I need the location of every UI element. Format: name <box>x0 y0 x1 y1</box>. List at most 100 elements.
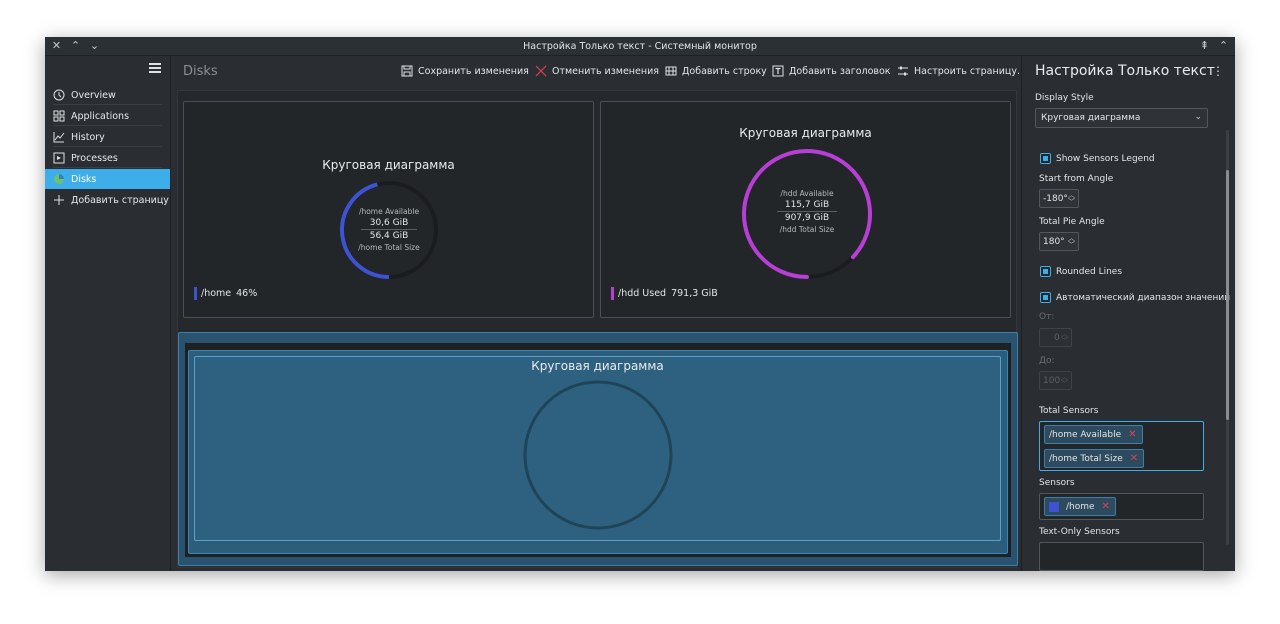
total-sensors-list[interactable]: /home Available ✕ /home Total Size ✕ <box>1039 421 1204 471</box>
row-container: Круговая диаграмма <box>185 343 1011 557</box>
legend-item-hdd: /hdd Used 791,3 GiB <box>611 287 718 300</box>
spin-arrows-icon: ︿ ﹀ <box>1061 373 1068 388</box>
page-title: Disks <box>183 64 218 79</box>
display-style-select[interactable]: Круговая диаграмма ⌄ <box>1035 108 1208 128</box>
sidebar-item-processes[interactable]: Processes <box>45 148 170 168</box>
sidebar-item-applications[interactable]: Applications <box>45 106 170 126</box>
show-legend-label: Show Sensors Legend <box>1056 154 1155 164</box>
remove-x-icon[interactable]: ✕ <box>1130 453 1138 464</box>
show-legend-checkbox[interactable] <box>1040 153 1051 164</box>
sensors-label: Sensors <box>1039 478 1075 488</box>
legend-value: 791,3 GiB <box>671 288 718 299</box>
center-bottom-label: /home Total Size <box>358 243 420 252</box>
toolbar: Disks Сохранить изменения Отменить измен… <box>172 56 1026 86</box>
center-value-1: 30,6 GiB <box>369 218 409 228</box>
sidebar-item-overview[interactable]: Overview <box>45 85 170 105</box>
selected-pie-card[interactable]: Круговая диаграмма <box>194 356 1001 541</box>
total-angle-label: Total Pie Angle <box>1039 217 1105 227</box>
sensor-chip: /home Available ✕ <box>1044 425 1143 444</box>
card-title: Круговая диаграмма <box>739 126 872 140</box>
spin-arrows-icon: ︿ ﹀ <box>1068 191 1075 206</box>
sidebar: Overview Applications History Processes <box>45 56 171 571</box>
sensors-list[interactable]: /home ✕ <box>1039 493 1204 520</box>
pie-card-hdd[interactable]: Круговая диаграмма /hdd Available 115,7 … <box>600 101 1011 318</box>
hamburger-menu-icon[interactable] <box>149 63 161 73</box>
auto-range-label: Автоматический диапазон значений <box>1056 293 1231 303</box>
center-value-1: 115,7 GiB <box>784 200 830 210</box>
legend-swatch <box>611 287 614 300</box>
spin-arrows-icon: ︿ ﹀ <box>1061 330 1068 345</box>
sidebar-item-disks[interactable]: Disks <box>45 169 170 189</box>
center-top-label: /hdd Available <box>780 189 834 198</box>
start-angle-label: Start from Angle <box>1039 174 1114 184</box>
configure-sliders-icon <box>897 65 909 77</box>
card-title: Круговая диаграмма <box>322 158 455 172</box>
range-from-spinbox[interactable]: 0 ︿ ﹀ <box>1039 328 1072 347</box>
more-options-icon[interactable]: ⋮ <box>1212 64 1224 78</box>
range-to-spinbox[interactable]: 100 ︿ ﹀ <box>1039 371 1072 390</box>
sidebar-item-label: Overview <box>71 89 116 101</box>
sensor-chip: /home Total Size ✕ <box>1044 449 1145 468</box>
legend-name: /hdd Used <box>618 288 667 299</box>
legend-swatch <box>194 287 197 300</box>
legend-value: 46% <box>236 288 258 299</box>
center-value-2: 907,9 GiB <box>784 213 830 223</box>
start-angle-spinbox[interactable]: -180° ︿ ﹀ <box>1039 189 1079 208</box>
range-from-label: От: <box>1039 312 1055 322</box>
add-row-button[interactable]: Добавить строку <box>665 65 767 77</box>
title-bar: ✕ ⌃ ⌄ Настройка Только текст - Системный… <box>45 37 1235 56</box>
selected-row[interactable]: Круговая диаграмма <box>178 332 1018 566</box>
sidebar-item-label: Добавить страницу <box>71 194 169 206</box>
spin-arrows-icon: ︿ ﹀ <box>1068 234 1075 249</box>
configure-page-button[interactable]: Настроить страницу... <box>897 65 1026 77</box>
keep-above-icon[interactable]: ⇞ <box>1199 40 1210 52</box>
card-title: Круговая диаграмма <box>531 359 664 373</box>
cancel-changes-button[interactable]: Отменить изменения <box>535 65 659 77</box>
sidebar-item-history[interactable]: History <box>45 127 170 147</box>
save-icon <box>401 65 413 77</box>
rounded-lines-label: Rounded Lines <box>1056 267 1123 277</box>
empty-pie-chart <box>523 380 673 530</box>
legend-name: /home <box>201 288 232 299</box>
center-value-2: 56,4 GiB <box>369 231 409 241</box>
text-only-sensors-list[interactable] <box>1039 542 1204 571</box>
color-swatch[interactable] <box>1049 501 1059 512</box>
center-top-label: /home Available <box>358 207 420 216</box>
sidebar-item-label: Applications <box>71 110 130 122</box>
remove-x-icon[interactable]: ✕ <box>1102 501 1110 512</box>
center-bottom-label: /hdd Total Size <box>779 225 835 234</box>
text-only-sensors-label: Text-Only Sensors <box>1039 527 1120 537</box>
sidebar-item-label: Processes <box>71 152 118 164</box>
add-title-button[interactable]: Добавить заголовок <box>772 65 891 77</box>
disks-icon <box>53 173 65 185</box>
rounded-lines-checkbox[interactable] <box>1040 266 1051 277</box>
hdd-center-text: /hdd Available 115,7 GiB 907,9 GiB /hdd … <box>767 188 847 235</box>
history-chart-icon <box>53 131 65 143</box>
cancel-x-icon <box>535 65 547 77</box>
panel-title: Настройка Только текст <box>1035 63 1215 79</box>
pie-card-home[interactable]: Круговая диаграмма /home Available 30,6 … <box>183 101 594 318</box>
scrollbar-thumb[interactable] <box>1226 170 1229 420</box>
legend-item-home: /home 46% <box>194 287 257 300</box>
plus-icon <box>53 194 65 206</box>
display-style-label: Display Style <box>1035 93 1094 103</box>
overview-icon <box>53 89 65 101</box>
home-center-text: /home Available 30,6 GiB 56,4 GiB /home … <box>349 206 429 253</box>
add-title-icon <box>772 65 784 77</box>
add-row-icon <box>665 65 677 77</box>
processes-icon <box>53 152 65 164</box>
range-to-label: До: <box>1039 356 1055 366</box>
config-panel: Настройка Только текст ⋮ Display Style К… <box>1021 56 1235 571</box>
total-sensors-label: Total Sensors <box>1039 406 1099 416</box>
page-content: Круговая диаграмма /home Available 30,6 … <box>177 90 1018 568</box>
maximize-icon[interactable]: ⌃ <box>1218 40 1229 52</box>
remove-x-icon[interactable]: ✕ <box>1128 429 1136 440</box>
system-monitor-window: ✕ ⌃ ⌄ Настройка Только текст - Системный… <box>45 37 1235 571</box>
sidebar-item-add-page[interactable]: Добавить страницу <box>45 190 170 210</box>
save-changes-button[interactable]: Сохранить изменения <box>401 65 529 77</box>
column-container[interactable]: Круговая диаграмма <box>188 350 1008 554</box>
window-title: Настройка Только текст - Системный монит… <box>523 41 757 52</box>
total-angle-spinbox[interactable]: 180° ︿ ﹀ <box>1039 232 1079 251</box>
chevron-down-icon: ⌄ <box>1194 112 1202 122</box>
auto-range-checkbox[interactable] <box>1040 292 1051 303</box>
